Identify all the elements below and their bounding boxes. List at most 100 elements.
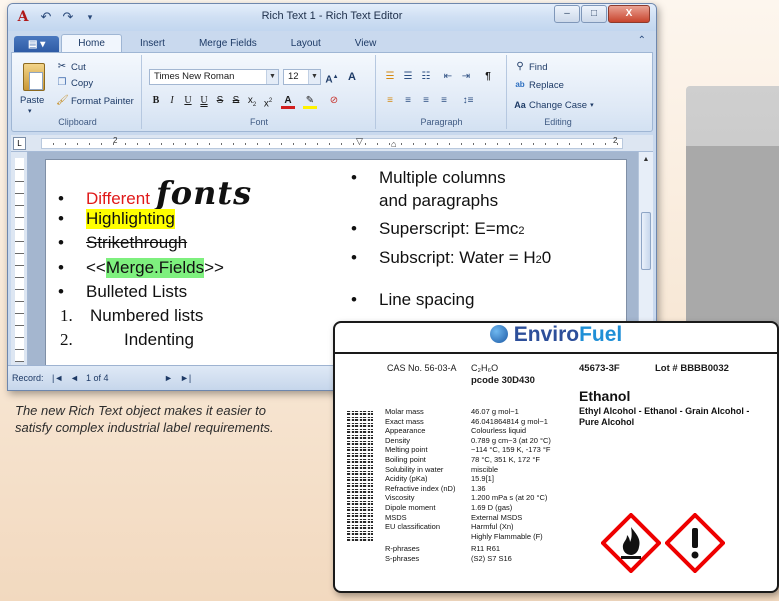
minimize-button[interactable]: – (554, 5, 580, 23)
list-item-continuation: and paragraphs (379, 191, 498, 211)
paragraph-marks-icon[interactable]: ¶ (481, 69, 495, 85)
property-value: Harmful (Xn) (471, 522, 514, 532)
merge-open-text: << (86, 258, 106, 277)
next-record-button[interactable]: ► (164, 373, 173, 383)
font-color-icon[interactable]: A (281, 93, 295, 109)
list-item: • Line spacing (351, 290, 474, 310)
cut-label: Cut (71, 61, 86, 73)
grow-font-icon[interactable]: A▲ (325, 69, 339, 85)
font-name-dropdown-icon[interactable]: ▼ (266, 70, 278, 84)
line-spacing-text: Line spacing (379, 290, 475, 309)
decrease-indent-icon[interactable]: ⇤ (441, 69, 455, 85)
copy-button[interactable]: ❐ Copy (56, 77, 94, 89)
bullet: • (58, 282, 64, 301)
brand-logo: EnviroFuel (335, 323, 777, 351)
change-case-button[interactable]: Aa Change Case ▾ (514, 99, 594, 111)
double-strikethrough-icon[interactable]: S (229, 93, 243, 109)
property-value: Colourless liquid (471, 426, 527, 436)
brand-name-part1: Enviro (513, 323, 580, 346)
list-item: • Bulleted Lists (58, 282, 187, 302)
property-name: Exact mass (385, 416, 424, 426)
merge-close-text: >> (204, 258, 224, 277)
ruler-number: 2 (613, 136, 618, 145)
tab-layout[interactable]: Layout (275, 35, 337, 53)
property-names: Molar mass Exact mass Appearance Density Mel… (385, 407, 455, 564)
bullets-icon[interactable]: ☰ (383, 69, 397, 85)
bullet: • (351, 219, 357, 238)
bullet: • (351, 248, 357, 267)
bold-icon[interactable]: B (149, 93, 163, 109)
tab-stop-selector[interactable]: L (13, 137, 26, 150)
font-size-select[interactable]: 12 ▼ (283, 69, 321, 85)
align-center-icon[interactable]: ≡ (401, 93, 415, 109)
paragraphs-text: and paragraphs (379, 191, 499, 210)
tab-home[interactable]: Home (61, 34, 122, 53)
property-name: Molar mass (385, 407, 424, 416)
line-spacing-icon[interactable]: ↕≡ (461, 93, 475, 109)
find-label: Find (529, 61, 548, 73)
format-painter-button[interactable]: 🖌 Format Painter (56, 95, 134, 107)
paste-dropdown-icon[interactable]: ▾ (28, 107, 32, 115)
property-name: Boiling point (385, 454, 426, 464)
indent-marker-icon[interactable]: ▽ (356, 136, 363, 147)
increase-indent-icon[interactable]: ⇥ (459, 69, 473, 85)
replace-label: Replace (529, 79, 564, 91)
paste-icon[interactable] (23, 63, 45, 91)
bullet: • (58, 233, 64, 252)
maximize-button[interactable]: □ (581, 5, 607, 23)
double-underline-icon[interactable]: U (197, 93, 211, 109)
tab-view[interactable]: View (339, 35, 393, 53)
column-marker-icon[interactable]: ⌂ (391, 139, 396, 149)
italic-icon[interactable]: I (165, 93, 179, 109)
fonts-text: fonts (155, 174, 253, 212)
flammable-hazard-icon (601, 513, 661, 573)
numbering-icon[interactable]: ☰ (401, 69, 415, 85)
record-position[interactable]: 1 of 4 (86, 373, 109, 383)
property-name: Density (385, 435, 411, 445)
bullet: • (351, 290, 357, 309)
2d-barcode (347, 411, 373, 541)
merge-field[interactable]: Merge.Fields (105, 258, 205, 278)
superscript-exponent: 2 (518, 225, 525, 237)
tab-merge-fields[interactable]: Merge Fields (183, 35, 273, 53)
underline-icon[interactable]: U (181, 93, 195, 109)
subscript-icon[interactable]: x2 (245, 93, 259, 109)
cut-button[interactable]: ✂ Cut (56, 61, 86, 73)
align-left-icon[interactable]: ≡ (383, 93, 397, 109)
property-value: 15.9[1] (471, 474, 494, 484)
find-button[interactable]: ⚲ Find (514, 61, 547, 73)
pcode: pcode 30D430 (471, 375, 535, 386)
superscript-icon[interactable]: x2 (261, 93, 275, 109)
first-record-button[interactable]: |◄ (52, 373, 63, 383)
property-name: Acidity (pKa) (385, 474, 428, 484)
bulleted-lists-text: Bulleted Lists (86, 282, 188, 301)
last-record-button[interactable]: ►| (180, 373, 191, 383)
scroll-up-icon[interactable]: ▲ (639, 152, 653, 167)
window-controls: – □ X (554, 5, 650, 23)
horizontal-ruler[interactable]: L 2 2 ▽ ⌂ (11, 135, 653, 152)
tab-insert[interactable]: Insert (124, 35, 181, 53)
previous-record-button[interactable]: ◄ (70, 373, 79, 383)
close-button[interactable]: X (608, 5, 650, 23)
property-name: Refractive index (nD) (385, 483, 456, 493)
paste-button[interactable]: Paste (20, 95, 44, 106)
multilevel-list-icon[interactable]: ☷ (419, 69, 433, 85)
shrink-font-icon[interactable]: A (345, 69, 359, 85)
ribbon: Paste ▾ ✂ Cut ❐ Copy 🖌 Format Painter Clipb… (11, 52, 653, 132)
bullet: • (58, 209, 64, 228)
font-name-select[interactable]: Times New Roman ▼ (149, 69, 279, 85)
globe-icon (489, 325, 508, 343)
replace-button[interactable]: ab Replace (514, 79, 564, 91)
justify-icon[interactable]: ≡ (437, 93, 451, 109)
editing-group-label: Editing (544, 117, 572, 127)
align-right-icon[interactable]: ≡ (419, 93, 433, 109)
font-size-dropdown-icon[interactable]: ▼ (308, 70, 320, 84)
formula: C₂H₆O (471, 363, 499, 373)
scrollbar-thumb[interactable] (641, 212, 651, 270)
clear-formatting-icon[interactable]: ⊘ (327, 93, 341, 109)
change-case-dropdown-icon: ▾ (590, 102, 594, 109)
office-menu-button[interactable]: ▤ ▾ (14, 36, 60, 53)
highlight-color-icon[interactable]: ✎ (303, 93, 317, 109)
ribbon-collapse-icon[interactable]: ⌃ (638, 35, 646, 46)
strikethrough-icon[interactable]: S (213, 93, 227, 109)
